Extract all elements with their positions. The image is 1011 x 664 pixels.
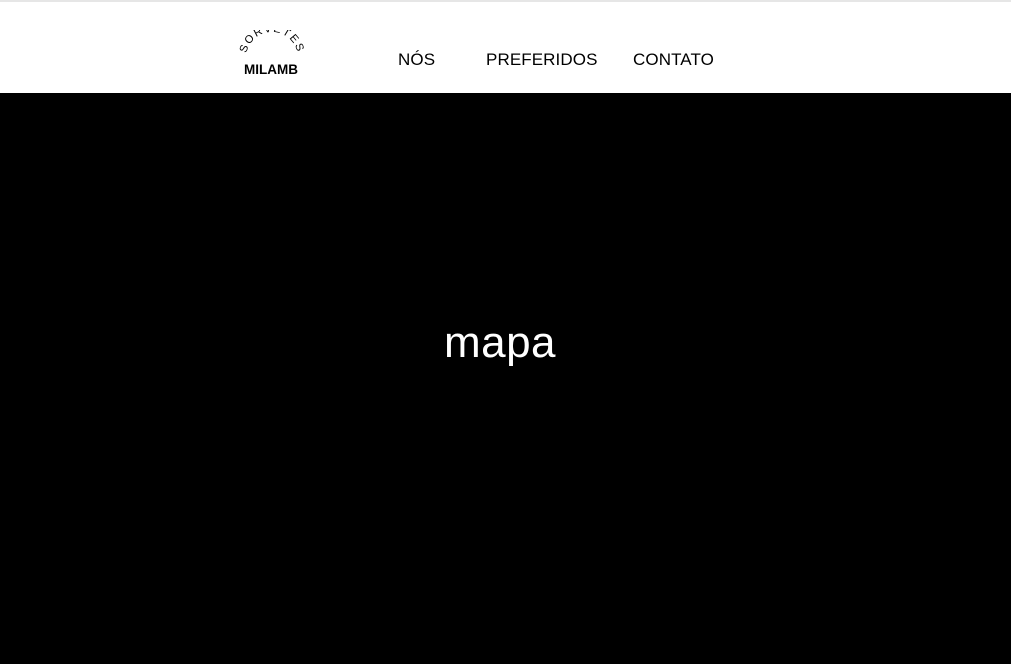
nav-item-nos[interactable]: NÓS	[398, 50, 435, 70]
logo-mark: SORVETES MILAMB	[238, 30, 306, 77]
map-placeholder-text: mapa	[443, 318, 557, 367]
logo-arc-text: SORVETES	[238, 30, 305, 54]
brand-logo[interactable]: SORVETES MILAMB	[238, 30, 306, 78]
logo-brand-name: MILAMB	[244, 62, 298, 77]
map-section[interactable]: mapa	[0, 93, 1011, 664]
nav-item-contato[interactable]: CONTATO	[633, 50, 714, 70]
site-header: SORVETES MILAMB NÓS PREFERIDOS CONTATO	[0, 2, 1011, 93]
nav-item-preferidos[interactable]: PREFERIDOS	[486, 50, 598, 70]
svg-text:SORVETES: SORVETES	[238, 30, 306, 54]
